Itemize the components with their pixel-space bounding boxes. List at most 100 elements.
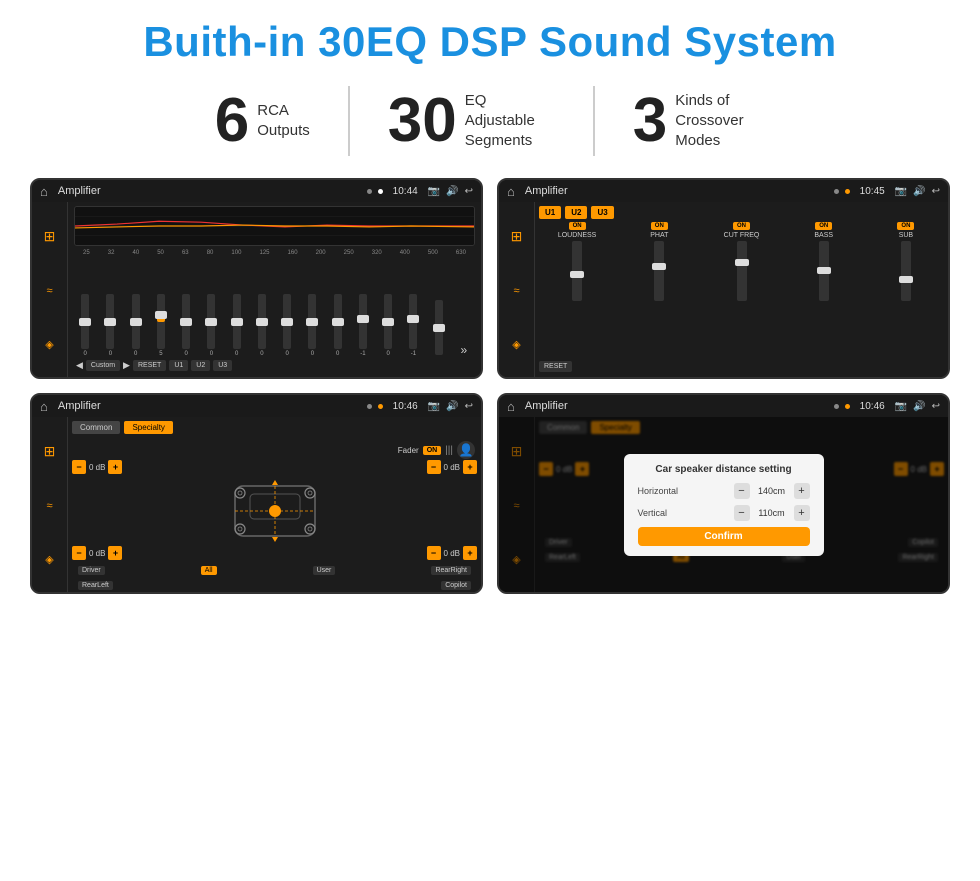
plus-fr[interactable]: + <box>463 460 477 474</box>
db-control-fr: − 0 dB + <box>427 460 477 474</box>
amp-screen-content: ⊞ ≈ ◈ U1 U2 U3 ON LOUDNESS <box>499 202 948 377</box>
status-bar-2: ⌂ Amplifier 10:45 📷 🔊 ↩ <box>499 180 948 202</box>
speaker-icon[interactable]: ◈ <box>45 338 53 351</box>
freq-40: 40 <box>132 250 139 256</box>
db-val-rl: 0 dB <box>89 549 105 558</box>
plus-rl[interactable]: + <box>108 546 122 560</box>
minus-fl[interactable]: − <box>72 460 86 474</box>
eq-sliders-row: 0 0 <box>74 259 475 357</box>
fader-label: Fader <box>398 446 419 455</box>
fader-on-btn[interactable]: ON <box>423 446 442 455</box>
freq-63: 63 <box>182 250 189 256</box>
freq-630: 630 <box>456 250 466 256</box>
u3-preset[interactable]: U3 <box>591 206 613 219</box>
cutfreq-on[interactable]: ON <box>733 222 750 230</box>
u1-btn[interactable]: U1 <box>169 360 188 371</box>
status-title-2: Amplifier <box>525 185 828 197</box>
eq-icon[interactable]: ⊞ <box>44 228 56 245</box>
reset-btn[interactable]: RESET <box>133 360 166 371</box>
volume-icon-2: 🔊 <box>913 186 925 197</box>
wave-icon-2[interactable]: ≈ <box>513 285 519 297</box>
vertical-plus[interactable]: + <box>794 505 810 521</box>
eq-slider-8: 0 <box>276 294 298 357</box>
eq-slider-2: 0 <box>125 294 147 357</box>
wave-icon-3[interactable]: ≈ <box>46 500 52 512</box>
back-icon-4: ↩ <box>932 401 940 412</box>
freq-32: 32 <box>108 250 115 256</box>
eq-icon-2[interactable]: ⊞ <box>511 228 523 245</box>
horizontal-label: Horizontal <box>638 486 679 496</box>
eq-expand[interactable]: » <box>453 343 475 357</box>
channel-bass: ON BASS <box>786 222 862 348</box>
vertical-row: Vertical − 110cm + <box>638 505 810 521</box>
channel-phat: ON PHAT <box>621 222 697 348</box>
freq-50: 50 <box>157 250 164 256</box>
plus-fl[interactable]: + <box>108 460 122 474</box>
bass-on[interactable]: ON <box>815 222 832 230</box>
u3-btn[interactable]: U3 <box>213 360 232 371</box>
stat-crossover: 3 Kinds ofCrossover Modes <box>595 90 803 152</box>
stat-crossover-number: 3 <box>633 90 667 152</box>
phat-on[interactable]: ON <box>651 222 668 230</box>
minus-fr[interactable]: − <box>427 460 441 474</box>
tab-common[interactable]: Common <box>72 421 120 434</box>
loudness-on[interactable]: ON <box>569 222 586 230</box>
speaker-distance-dialog: Car speaker distance setting Horizontal … <box>624 454 824 556</box>
amp-main-area: U1 U2 U3 ON LOUDNESS <box>535 202 948 377</box>
vertical-minus[interactable]: − <box>734 505 750 521</box>
play-btn[interactable]: ▶ <box>123 360 130 371</box>
wave-icon[interactable]: ≈ <box>46 285 52 297</box>
eq-screen-content: ⊞ ≈ ◈ <box>32 202 481 377</box>
rearleft-label[interactable]: RearLeft <box>78 581 113 590</box>
u2-preset[interactable]: U2 <box>565 206 587 219</box>
screen-eq: ⌂ Amplifier 10:44 📷 🔊 ↩ ⊞ ≈ ◈ <box>30 178 483 379</box>
driver-label[interactable]: Driver <box>78 566 105 575</box>
plus-rr[interactable]: + <box>463 546 477 560</box>
horizontal-controls: − 140cm + <box>734 483 810 499</box>
stat-crossover-label: Kinds ofCrossover Modes <box>675 91 765 152</box>
u2-btn[interactable]: U2 <box>191 360 210 371</box>
camera-icon-4: 📷 <box>895 401 907 412</box>
speaker-icon-3[interactable]: ◈ <box>45 553 53 566</box>
rearright-label[interactable]: RearRight <box>431 566 471 575</box>
status-title-1: Amplifier <box>58 185 361 197</box>
eq-icon-3[interactable]: ⊞ <box>44 443 56 460</box>
db-control-fl: − 0 dB + <box>72 460 122 474</box>
all-label[interactable]: All <box>201 566 217 575</box>
freq-500: 500 <box>428 250 438 256</box>
eq-slider-12: 0 <box>377 294 399 357</box>
bass-label: BASS <box>814 232 833 239</box>
stat-eq-number: 30 <box>388 90 457 152</box>
horizontal-plus[interactable]: + <box>794 483 810 499</box>
amp-reset-btn[interactable]: RESET <box>539 361 572 372</box>
status-dot-1b <box>378 189 383 194</box>
eq-slider-3: 5 <box>150 294 172 357</box>
freq-25: 25 <box>83 250 90 256</box>
status-dot-3a <box>367 404 372 409</box>
tab-specialty[interactable]: Specialty <box>124 421 172 434</box>
fader-bars-icon: ||| <box>445 445 453 456</box>
speaker-icon-2[interactable]: ◈ <box>512 338 520 351</box>
minus-rl[interactable]: − <box>72 546 86 560</box>
eq-slider-4: 0 <box>175 294 197 357</box>
back-icon-3: ↩ <box>465 401 473 412</box>
status-time-4: 10:46 <box>860 401 885 412</box>
dialog-screen-content: ⊞ ≈ ◈ Common Specialty − 0 dB + <box>499 417 948 592</box>
status-dot-3b <box>378 404 383 409</box>
freq-80: 80 <box>207 250 214 256</box>
sub-on[interactable]: ON <box>897 222 914 230</box>
vertical-label: Vertical <box>638 508 668 518</box>
user-label[interactable]: User <box>313 566 336 575</box>
stats-row: 6 RCAOutputs 30 EQ AdjustableSegments 3 … <box>30 86 950 156</box>
volume-icon-4: 🔊 <box>913 401 925 412</box>
minus-rr[interactable]: − <box>427 546 441 560</box>
confirm-button[interactable]: Confirm <box>638 527 810 546</box>
u1-preset[interactable]: U1 <box>539 206 561 219</box>
custom-btn[interactable]: Custom <box>86 360 120 371</box>
db-control-rl: − 0 dB + <box>72 546 122 560</box>
copilot-label[interactable]: Copilot <box>441 581 471 590</box>
eq-freq-labels: 25 32 40 50 63 80 100 125 160 200 250 32… <box>74 250 475 256</box>
horizontal-minus[interactable]: − <box>734 483 750 499</box>
prev-arrow[interactable]: ◀ <box>76 360 83 371</box>
status-bar-1: ⌂ Amplifier 10:44 📷 🔊 ↩ <box>32 180 481 202</box>
